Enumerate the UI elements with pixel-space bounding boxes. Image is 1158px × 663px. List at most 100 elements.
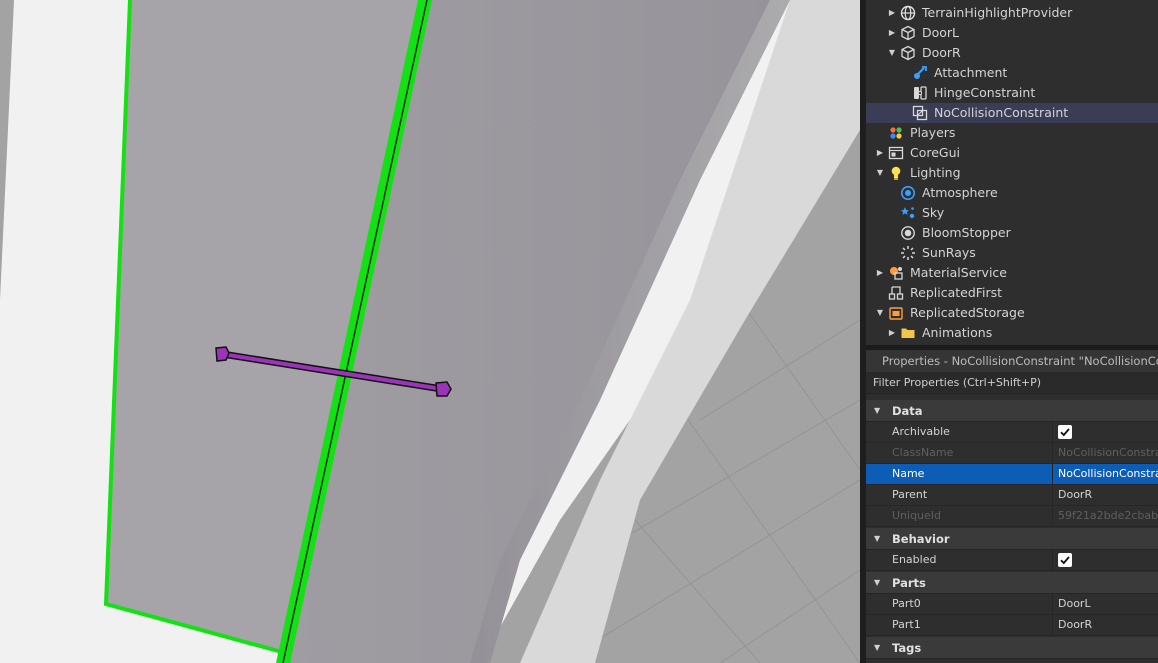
explorer-item[interactable]: Atmosphere: [866, 183, 1158, 203]
explorer-item[interactable]: NoCollisionConstraint: [866, 103, 1158, 123]
property-value[interactable]: DoorL: [1058, 594, 1158, 614]
property-value[interactable]: DoorR: [1058, 615, 1158, 635]
property-section-header[interactable]: ▼ Behavior: [866, 528, 1158, 550]
hinge-constraint-icon: [912, 85, 928, 101]
collapse-arrow-icon[interactable]: ▶: [886, 23, 898, 43]
section-title: Behavior: [892, 532, 950, 546]
property-name: Name: [892, 467, 925, 480]
explorer-item-label: SunRays: [922, 245, 976, 260]
property-row[interactable]: Name NoCollisionConstraint: [866, 464, 1158, 485]
property-checkbox[interactable]: [1058, 425, 1072, 439]
players-icon: [888, 125, 904, 141]
explorer-item[interactable]: Attachment: [866, 63, 1158, 83]
explorer-item[interactable]: ReplicatedFirst: [866, 283, 1158, 303]
property-row[interactable]: Part1 DoorR: [866, 615, 1158, 636]
column-divider[interactable]: [1052, 422, 1053, 442]
property-checkbox[interactable]: [1058, 553, 1072, 567]
sky-icon: [900, 205, 916, 221]
collapse-arrow-icon[interactable]: ▶: [886, 3, 898, 23]
column-divider[interactable]: [1052, 550, 1053, 570]
explorer-panel: ▶ TerrainHighlightProvider ▶ DoorL ▼ DoorR Att…: [866, 0, 1158, 345]
explorer-item-label: HingeConstraint: [934, 85, 1036, 100]
property-name: Parent: [892, 488, 928, 501]
property-section-header[interactable]: ▼ Tags: [866, 637, 1158, 659]
explorer-item[interactable]: ▶ DoorL: [866, 23, 1158, 43]
explorer-item[interactable]: Players: [866, 123, 1158, 143]
expand-arrow-icon[interactable]: ▼: [874, 528, 880, 550]
explorer-item[interactable]: ▼ ReplicatedStorage: [866, 303, 1158, 323]
expand-arrow-icon[interactable]: ▼: [874, 637, 880, 659]
properties-panel: Properties - NoCollisionConstraint "NoCo…: [866, 350, 1158, 663]
explorer-item-label: DoorR: [922, 45, 961, 60]
part-cube-icon: [900, 45, 916, 61]
property-name: Part1: [892, 618, 921, 631]
explorer-item-label: Atmosphere: [922, 185, 998, 200]
explorer-item[interactable]: HingeConstraint: [866, 83, 1158, 103]
column-divider[interactable]: [1052, 485, 1053, 505]
property-name: Archivable: [892, 425, 950, 438]
expand-arrow-icon[interactable]: ▼: [874, 303, 886, 323]
property-row[interactable]: Part0 DoorL: [866, 594, 1158, 615]
expand-arrow-icon[interactable]: ▼: [886, 43, 898, 63]
collapse-arrow-icon[interactable]: ▶: [874, 143, 886, 163]
explorer-item-label: DoorL: [922, 25, 960, 40]
property-section-header[interactable]: ▼ Data: [866, 400, 1158, 422]
column-divider[interactable]: [1052, 443, 1053, 463]
atmosphere-icon: [900, 185, 916, 201]
explorer-item-label: Attachment: [934, 65, 1008, 80]
scene-canvas[interactable]: [0, 0, 860, 663]
explorer-item-label: NoCollisionConstraint: [934, 105, 1069, 120]
bloom-icon: [900, 225, 916, 241]
property-value[interactable]: NoCollisionConstraint: [1058, 464, 1158, 484]
attachment-icon: [912, 65, 928, 81]
expand-arrow-icon[interactable]: ▼: [874, 572, 880, 594]
replicated-first-icon: [888, 285, 904, 301]
explorer-item[interactable]: ▼ Lighting: [866, 163, 1158, 183]
section-title: Parts: [892, 576, 926, 590]
property-value: 59f21a2bde2cbabb0: [1058, 509, 1158, 522]
explorer-item[interactable]: Sky: [866, 203, 1158, 223]
column-divider[interactable]: [1052, 464, 1053, 484]
filter-properties-input[interactable]: Filter Properties (Ctrl+Shift+P): [866, 372, 1158, 394]
property-name: UniqueId: [892, 509, 942, 522]
replicated-storage-icon: [888, 305, 904, 321]
explorer-item-label: Lighting: [910, 165, 961, 180]
globe-icon: [900, 5, 916, 21]
coregui-icon: [888, 145, 904, 161]
viewport-3d[interactable]: [0, 0, 860, 663]
column-divider[interactable]: [1052, 615, 1053, 635]
property-row[interactable]: ClassName NoCollisionConstraint: [866, 443, 1158, 464]
property-row[interactable]: UniqueId 59f21a2bde2cbabb0: [866, 506, 1158, 527]
explorer-item[interactable]: ▶ TerrainHighlightProvider: [866, 3, 1158, 23]
expand-arrow-icon[interactable]: ▼: [874, 163, 886, 183]
checkmark-icon: [1060, 428, 1070, 437]
explorer-item-label: TerrainHighlightProvider: [922, 5, 1073, 20]
nocollision-constraint-icon: [912, 105, 928, 121]
part-cube-icon: [900, 25, 916, 41]
folder-icon: [900, 325, 916, 341]
property-section-header[interactable]: ▼ Parts: [866, 572, 1158, 594]
explorer-item-label: CoreGui: [910, 145, 961, 160]
explorer-item[interactable]: ▼ DoorR: [866, 43, 1158, 63]
property-row[interactable]: Enabled: [866, 550, 1158, 571]
explorer-item[interactable]: SunRays: [866, 243, 1158, 263]
explorer-item[interactable]: ▶ CoreGui: [866, 143, 1158, 163]
explorer-item-label: ReplicatedStorage: [910, 305, 1025, 320]
checkmark-icon: [1060, 556, 1070, 565]
collapse-arrow-icon[interactable]: ▶: [886, 323, 898, 343]
column-divider[interactable]: [1052, 594, 1053, 614]
explorer-item-label: MaterialService: [910, 265, 1007, 280]
expand-arrow-icon[interactable]: ▼: [874, 400, 880, 422]
explorer-item-label: Animations: [922, 325, 993, 340]
explorer-item[interactable]: ▶ MaterialService: [866, 263, 1158, 283]
property-value[interactable]: DoorR: [1058, 485, 1158, 505]
column-divider[interactable]: [1052, 506, 1053, 526]
collapse-arrow-icon[interactable]: ▶: [874, 263, 886, 283]
explorer-item[interactable]: BloomStopper: [866, 223, 1158, 243]
section-title: Tags: [892, 641, 922, 655]
explorer-item[interactable]: ▶ Animations: [866, 323, 1158, 343]
properties-title: Properties - NoCollisionConstraint "NoCo…: [866, 350, 1158, 372]
property-row[interactable]: Parent DoorR: [866, 485, 1158, 506]
sunrays-icon: [900, 245, 916, 261]
property-row[interactable]: Archivable: [866, 422, 1158, 443]
